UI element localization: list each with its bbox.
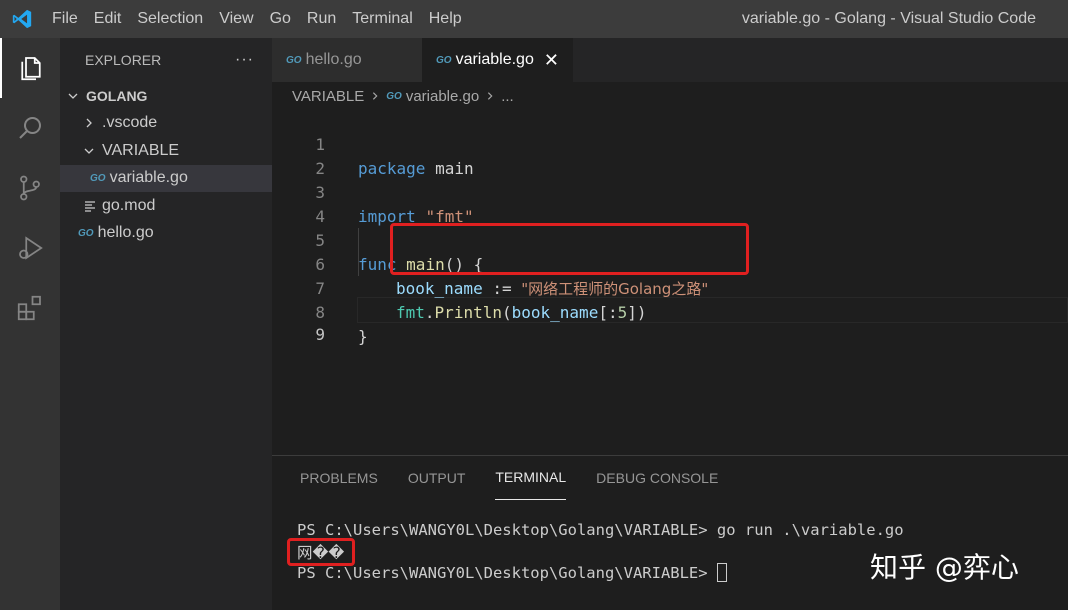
tab-label: variable.go xyxy=(455,51,534,68)
menu-help[interactable]: Help xyxy=(421,0,470,38)
more-actions-icon[interactable]: ··· xyxy=(235,51,254,69)
tree-item-hello-go[interactable]: GO hello.go xyxy=(60,220,272,248)
go-file-icon: GO xyxy=(436,54,452,66)
code-line: 2 xyxy=(272,133,1068,178)
extensions-icon[interactable] xyxy=(0,278,60,338)
code-line: 1 package main xyxy=(272,109,1068,178)
explorer-header: EXPLORER ··· xyxy=(60,38,272,82)
vscode-logo-icon xyxy=(0,0,44,38)
tree-item-label: go.mod xyxy=(102,196,156,214)
menu-terminal[interactable]: Terminal xyxy=(344,0,420,38)
chevron-down-icon xyxy=(66,90,80,102)
go-file-icon: GO xyxy=(78,227,94,239)
title-bar: File Edit Selection View Go Run Terminal… xyxy=(0,0,1068,38)
terminal-prompt-text: PS C:\Users\WANGY0L\Desktop\Golang\VARIA… xyxy=(297,564,717,582)
source-control-icon[interactable] xyxy=(0,158,60,218)
watermark: 知乎 @弈心 xyxy=(870,551,1019,584)
search-icon[interactable] xyxy=(0,98,60,158)
chevron-right-icon xyxy=(370,88,380,105)
code-line: 9 xyxy=(272,299,1068,344)
chevron-right-icon xyxy=(82,117,96,129)
activity-bar xyxy=(0,38,60,610)
line-number: 9 xyxy=(315,325,325,344)
tree-item-variable-folder[interactable]: VARIABLE xyxy=(60,137,272,165)
menu-go[interactable]: Go xyxy=(262,0,299,38)
tab-problems[interactable]: PROBLEMS xyxy=(300,456,378,500)
tab-terminal[interactable]: TERMINAL xyxy=(495,456,567,500)
panel-tabs: PROBLEMS OUTPUT TERMINAL DEBUG CONSOLE xyxy=(272,456,1068,500)
tree-item-label: VARIABLE xyxy=(102,141,180,159)
run-debug-icon[interactable] xyxy=(0,218,60,278)
close-icon[interactable]: ✕ xyxy=(544,50,559,71)
terminal-command-line: PS C:\Users\WANGY0L\Desktop\Golang\VARIA… xyxy=(297,521,904,539)
tab-hello-go[interactable]: GO hello.go xyxy=(272,38,422,82)
tab-variable-go[interactable]: GO variable.go ✕ xyxy=(422,38,573,82)
explorer-sidebar: EXPLORER ··· GOLANG .vscode VARIABLE GO … xyxy=(60,38,272,610)
text-file-icon xyxy=(84,200,96,212)
code-line: 3 import "fmt" xyxy=(272,157,1068,226)
tab-label: hello.go xyxy=(305,51,362,68)
bottom-panel: PROBLEMS OUTPUT TERMINAL DEBUG CONSOLE P… xyxy=(272,455,1068,610)
terminal-cursor xyxy=(716,563,727,582)
tree-item-label: .vscode xyxy=(102,114,158,132)
code-line: 4 xyxy=(272,181,1068,226)
highlight-box xyxy=(390,223,749,275)
code-line: 8 } xyxy=(272,277,1068,346)
tree-item-variable-go[interactable]: GO variable.go xyxy=(60,164,272,192)
window-title: variable.go - Golang - Visual Studio Cod… xyxy=(741,10,1036,27)
tree-item-label: hello.go xyxy=(97,224,154,242)
tab-output[interactable]: OUTPUT xyxy=(408,456,466,500)
go-file-icon: GO xyxy=(90,172,106,184)
breadcrumb-folder[interactable]: VARIABLE xyxy=(292,88,364,105)
breadcrumb-ellipsis[interactable]: ... xyxy=(501,88,514,105)
menu-file[interactable]: File xyxy=(44,0,86,38)
menu-selection[interactable]: Selection xyxy=(129,0,211,38)
breadcrumb-file[interactable]: variable.go xyxy=(406,88,479,105)
tree-item-vscode[interactable]: .vscode xyxy=(60,110,272,138)
workspace-root[interactable]: GOLANG xyxy=(60,82,272,110)
tree-item-go-mod[interactable]: go.mod xyxy=(60,192,272,220)
explorer-icon[interactable] xyxy=(0,38,60,98)
chevron-down-icon xyxy=(82,145,96,157)
explorer-title: EXPLORER xyxy=(85,52,162,68)
code-editor[interactable]: 1 package main 2 3 import "fmt" 4 5 func… xyxy=(272,108,1068,453)
chevron-right-icon xyxy=(485,88,495,105)
terminal-prompt[interactable]: PS C:\Users\WANGY0L\Desktop\Golang\VARIA… xyxy=(297,562,727,584)
editor-tabs: GO hello.go GO variable.go ✕ xyxy=(272,38,1068,82)
workspace-root-label: GOLANG xyxy=(86,87,148,104)
tree-item-label: variable.go xyxy=(109,169,188,187)
go-file-icon: GO xyxy=(386,90,402,102)
menu-edit[interactable]: Edit xyxy=(86,0,130,38)
breadcrumb: VARIABLE GO variable.go ... xyxy=(292,84,514,108)
tab-debug-console[interactable]: DEBUG CONSOLE xyxy=(596,456,718,500)
go-file-icon: GO xyxy=(286,54,302,66)
menu-bar: File Edit Selection View Go Run Terminal… xyxy=(44,0,470,38)
highlight-box xyxy=(287,538,355,566)
menu-run[interactable]: Run xyxy=(299,0,344,38)
token-punctuation: } xyxy=(358,327,368,346)
menu-view[interactable]: View xyxy=(211,0,261,38)
